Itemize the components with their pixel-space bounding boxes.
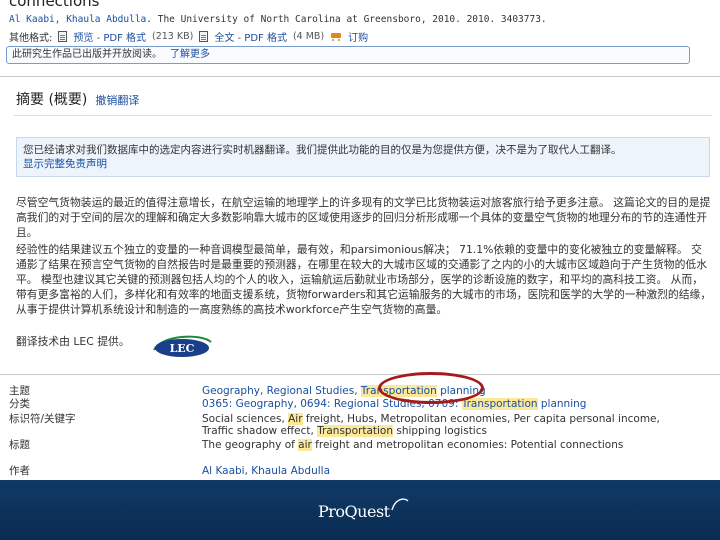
abstract-paragraph: 经验性的结果建议五个独立的变量的一种音调模型最简单，最有效，和parsimoni… — [16, 243, 712, 316]
abstract-body: 尽管空气货物装运的最近的值得注意增长，在航空运输的地理学上的许多现有的文学已比货… — [16, 195, 712, 319]
pdf-preview-size: (213 KB) — [152, 31, 194, 42]
full-disclaimer-link[interactable]: 显示完整免责声明 — [23, 157, 703, 171]
pdf-fulltext-icon[interactable] — [199, 31, 209, 42]
title-label: 标题 — [9, 439, 30, 451]
abstract-heading: 摘要 (概要) — [16, 92, 88, 108]
learn-more-link[interactable]: 了解更多 — [170, 49, 210, 60]
open-access-text: 此研究生作品已出版并开放阅读。 — [12, 49, 162, 60]
record-title: connections — [9, 0, 100, 10]
record-byline: Al Kaabi, Khaula Abdulla. The University… — [9, 14, 547, 25]
abstract-header: 摘要 (概要) 撤销翻译 — [16, 89, 139, 109]
record-details-panel: 主题 Geography, Regional Studies, Transpor… — [0, 374, 720, 480]
byline-author-link[interactable]: Al Kaabi, Khaula Abdulla — [9, 14, 146, 25]
pdf-preview-icon[interactable] — [58, 31, 68, 42]
classification-label: 分类 — [9, 398, 30, 410]
order-link[interactable]: 订购 — [348, 29, 368, 44]
annotation-circle — [378, 372, 484, 404]
abstract-paragraph: 尽管空气货物装运的最近的值得注意增长，在航空运输的地理学上的许多现有的文学已比货… — [16, 196, 711, 239]
footer-bar: ProQuest — [0, 480, 720, 540]
pdf-fulltext-link[interactable]: 全文 - PDF 格式 — [214, 29, 287, 44]
abstract-panel: 摘要 (概要) 撤销翻译 您已经请求对我们数据库中的选定内容进行实时机器翻译。我… — [0, 76, 720, 372]
shopping-cart-icon[interactable] — [330, 32, 342, 42]
keywords-label: 标识符/关键字 — [9, 413, 76, 425]
open-access-notice: 此研究生作品已出版并开放阅读。 了解更多 — [6, 46, 690, 64]
translation-notice: 您已经请求对我们数据库中的选定内容进行实时机器翻译。我们提供此功能的目的仅是为您… — [16, 137, 710, 177]
cancel-translation-link[interactable]: 撤销翻译 — [95, 92, 139, 108]
other-formats-row: 其他格式: 预览 - PDF 格式 (213 KB) 全文 - PDF 格式 (… — [9, 29, 368, 44]
author-value[interactable]: Al Kaabi, Khaula Abdulla — [202, 465, 682, 477]
lec-logo[interactable]: LEC — [151, 334, 213, 358]
translation-notice-text: 您已经请求对我们数据库中的选定内容进行实时机器翻译。我们提供此功能的目的仅是为您… — [23, 144, 622, 156]
record-header-panel: connections Al Kaabi, Khaula Abdulla. Th… — [0, 0, 720, 74]
author-label: 作者 — [9, 465, 30, 477]
subject-label: 主题 — [9, 385, 30, 397]
proquest-logo-text: ProQuest — [318, 502, 390, 521]
title-value: The geography of air freight and metropo… — [202, 439, 624, 451]
pdf-fulltext-size: (4 MB) — [292, 31, 325, 42]
byline-details: . The University of North Carolina at Gr… — [146, 14, 547, 25]
proquest-logo-arc-icon — [390, 498, 409, 511]
lec-logo-text: LEC — [170, 342, 195, 355]
proquest-logo: ProQuest — [318, 498, 409, 521]
abstract-divider — [14, 115, 712, 116]
keywords-value: Social sciences, Air freight, Hubs, Metr… — [202, 413, 660, 437]
translation-credit: 翻译技术由 LEC 提供。 — [16, 335, 130, 348]
other-formats-label: 其他格式: — [9, 33, 53, 44]
pdf-preview-link[interactable]: 预览 - PDF 格式 — [73, 29, 146, 44]
